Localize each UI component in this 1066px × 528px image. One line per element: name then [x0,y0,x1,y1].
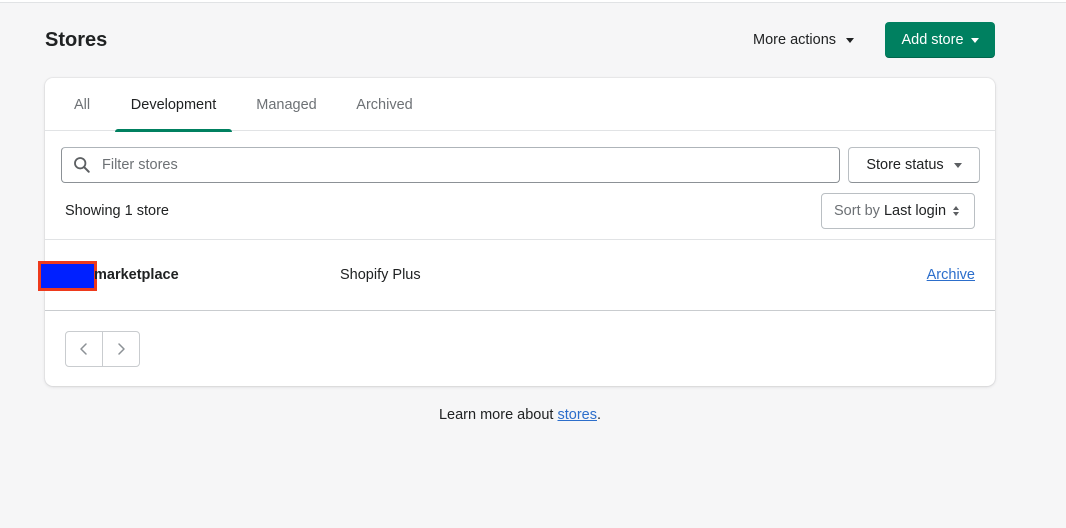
sort-updown-icon [953,206,960,216]
tab-development[interactable]: Development [115,78,232,132]
store-plan: Shopify Plus [340,267,421,283]
store-status-button[interactable]: Store status [848,147,980,183]
chevron-right-icon [118,343,125,355]
tab-archived[interactable]: Archived [341,78,428,131]
top-bar-edge [0,0,1066,3]
page-title: Stores [45,29,108,51]
pagination [65,331,140,367]
page-header: Stores More actions Add store [45,22,995,58]
footer-suffix: . [596,407,602,423]
tab-all[interactable]: All [61,78,103,131]
store-status-label: Store status [866,157,944,173]
search-icon [62,147,102,183]
more-actions-label: More actions [753,32,837,48]
caret-down-icon [970,37,979,43]
tabs: All Development Managed Archived [45,78,995,132]
results-count: Showing 1 store [65,203,169,219]
stores-help-link[interactable]: stores [557,407,597,423]
table-row[interactable]: marketplace Shopify Plus Archive [38,239,995,311]
sort-prefix: Sort by [834,203,880,219]
caret-down-icon [953,162,962,168]
footer-prefix: Learn more about [438,407,558,423]
chevron-left-icon [80,343,87,355]
filter-stores-input[interactable] [102,148,822,182]
add-store-button[interactable]: Add store [885,22,995,58]
sort-value: Last login [883,203,947,219]
footer-help: Learn more about stores. [0,407,1040,423]
filter-field[interactable] [61,147,840,183]
redaction-box [38,261,97,291]
archive-link[interactable]: Archive [927,267,975,283]
previous-page-button[interactable] [65,331,103,367]
tab-managed[interactable]: Managed [244,78,329,131]
caret-down-icon [846,37,855,43]
stores-card: All Development Managed Archived Store s… [38,78,995,386]
add-store-label: Add store [901,32,964,48]
store-name[interactable]: marketplace [94,267,179,283]
next-page-button[interactable] [102,331,140,367]
sort-select[interactable]: Sort by Last login [821,193,975,229]
more-actions-button[interactable]: More actions [753,22,855,58]
